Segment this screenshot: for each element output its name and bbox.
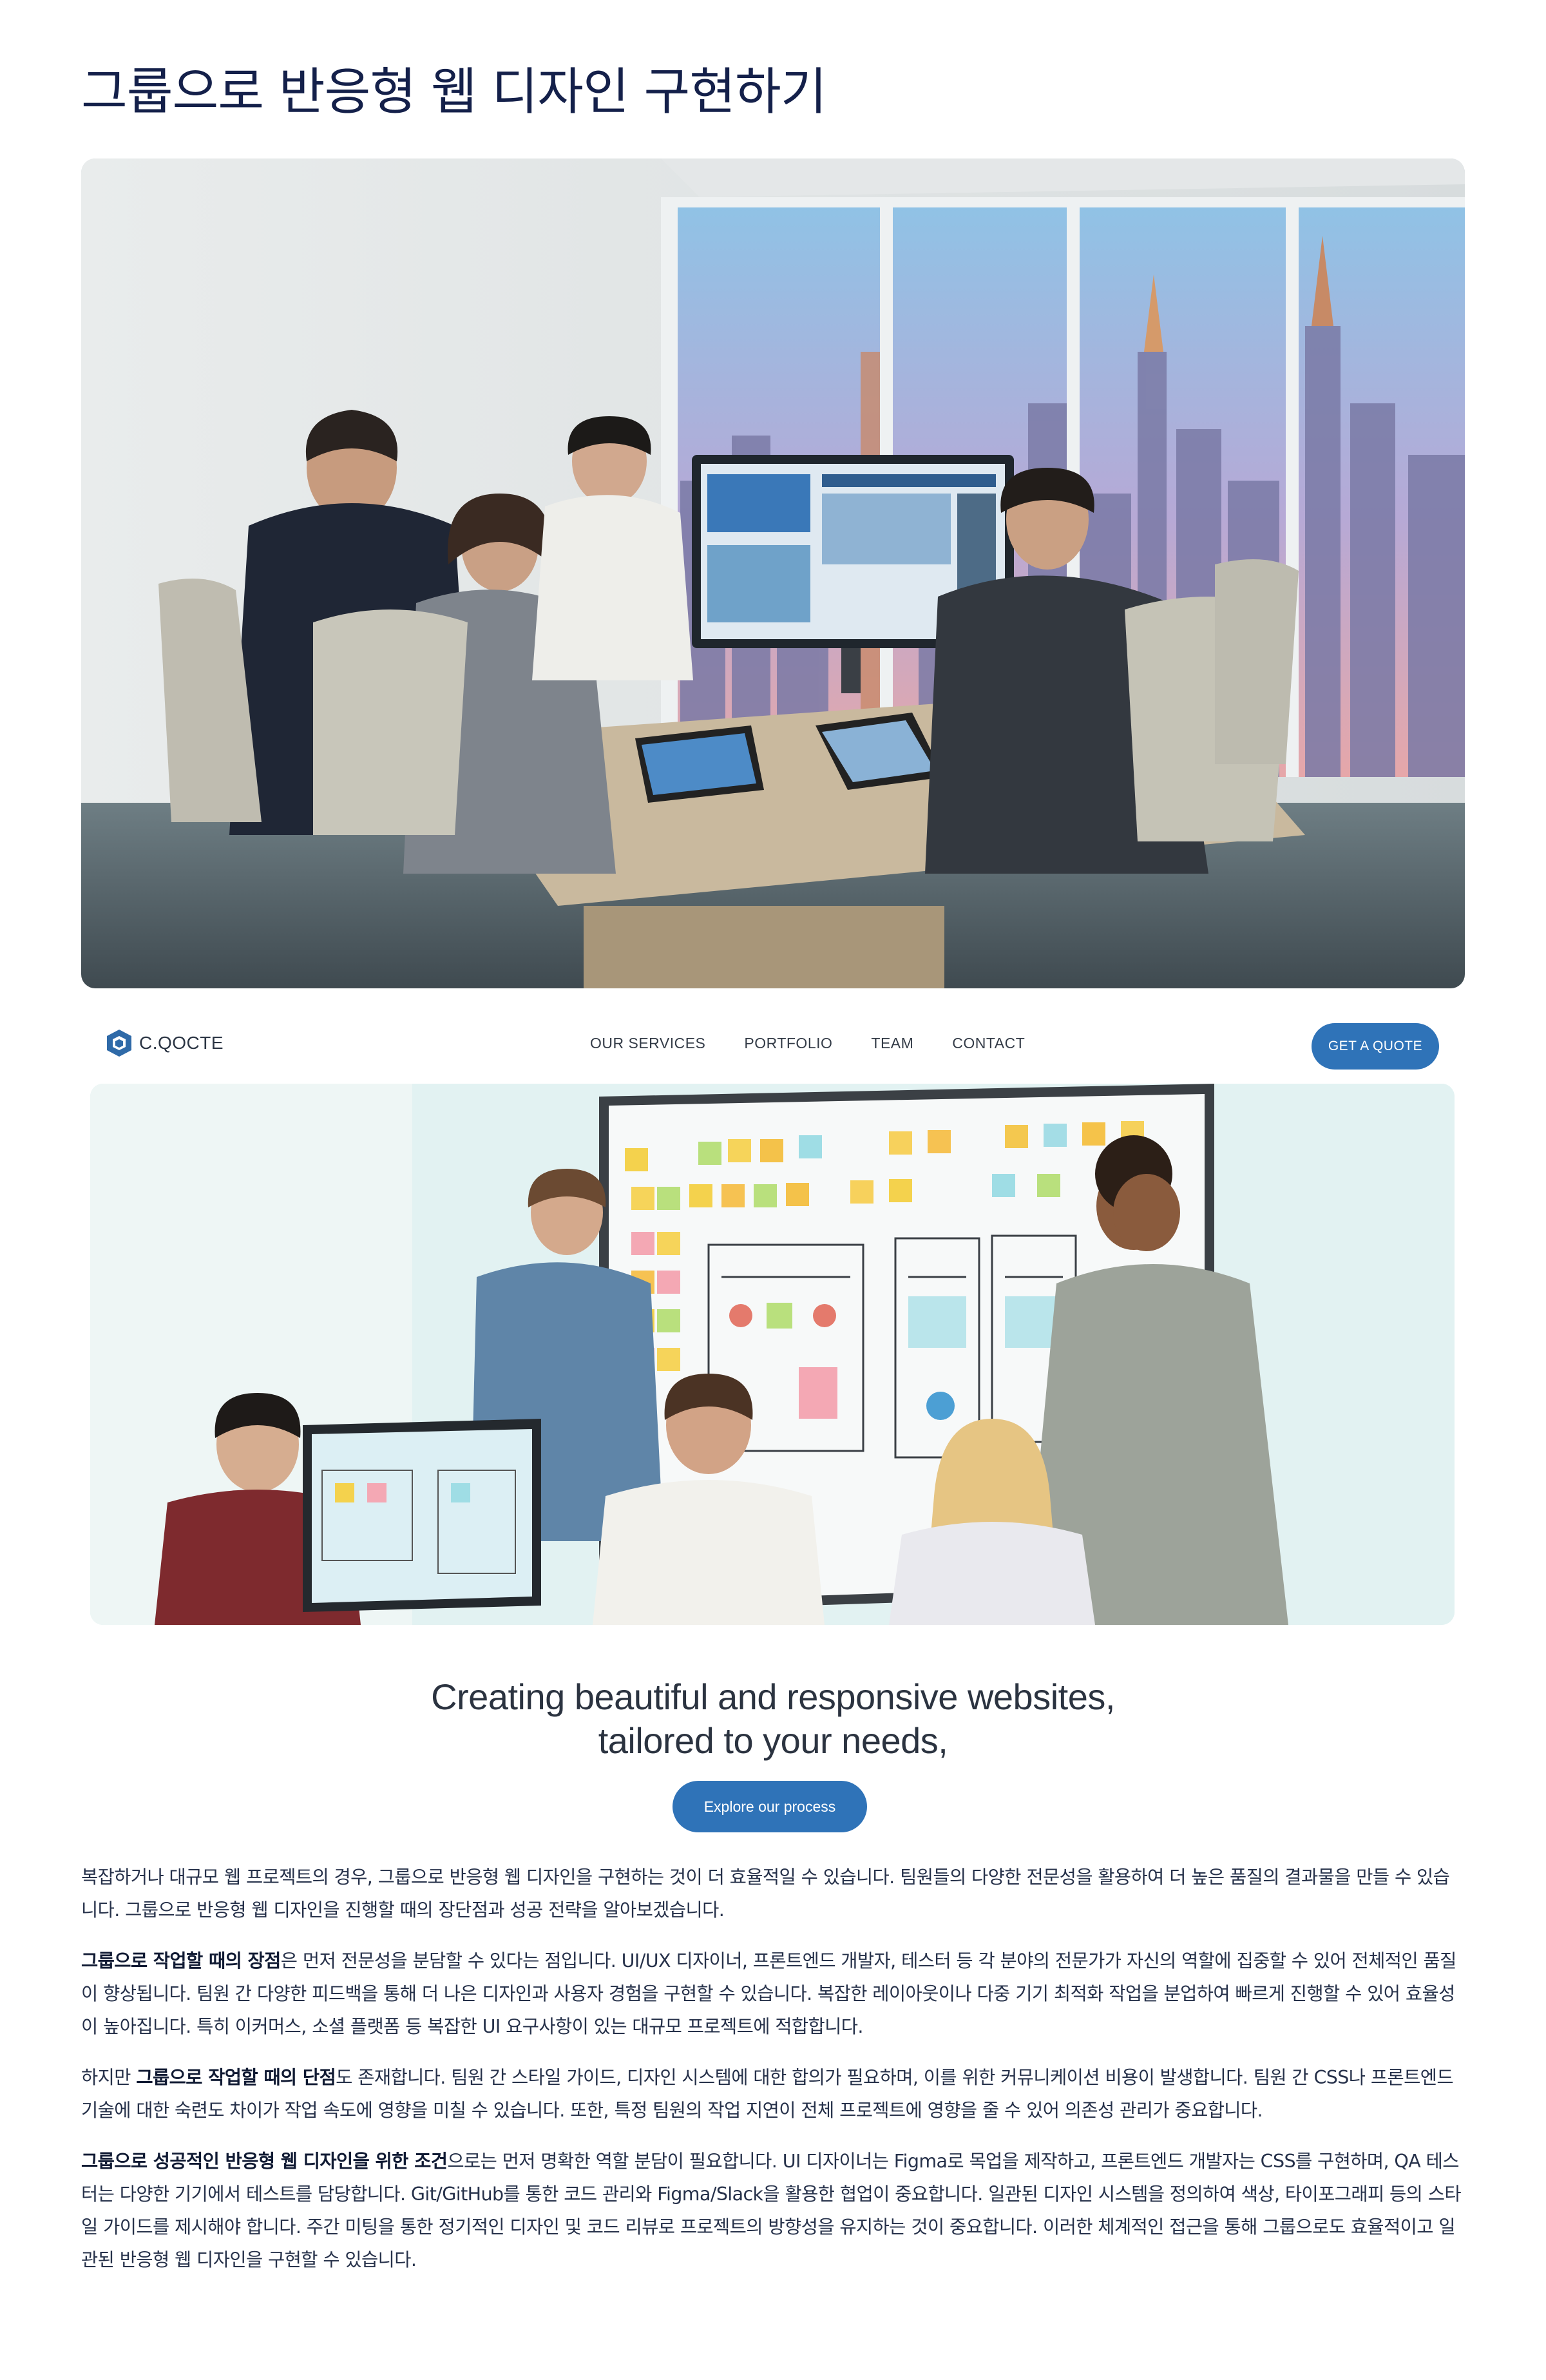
whiteboard-team-photo <box>90 1084 1455 1625</box>
paragraph-conditions: 그룹으로 성공적인 반응형 웹 디자인을 위한 조건으로는 먼저 명확한 역할 … <box>81 2145 1465 2276</box>
paragraph-intro-text: 복잡하거나 대규모 웹 프로젝트의 경우, 그룹으로 반응형 웹 디자인을 구현… <box>81 1867 1450 1921</box>
brand[interactable]: C.QOCTE <box>106 1028 224 1058</box>
paragraph-intro: 복잡하거나 대규모 웹 프로젝트의 경우, 그룹으로 반응형 웹 디자인을 구현… <box>81 1861 1465 1926</box>
get-a-quote-button[interactable]: GET A QUOTE <box>1312 1023 1439 1070</box>
conditions-heading: 그룹으로 성공적인 반응형 웹 디자인을 위한 조건 <box>81 2151 448 2172</box>
advantages-text: 은 먼저 전문성을 분담할 수 있다는 점입니다. UI/UX 디자이너, 프론… <box>81 1950 1456 2037</box>
disadvantages-heading: 그룹으로 작업할 때의 단점 <box>136 2067 336 2088</box>
nav-portfolio[interactable]: PORTFOLIO <box>744 1035 832 1052</box>
advantages-heading: 그룹으로 작업할 때의 장점 <box>81 1950 281 1972</box>
paragraph-disadvantages: 하지만 그룹으로 작업할 때의 단점도 존재합니다. 팀원 간 스타일 가이드,… <box>81 2061 1465 2127</box>
hero-line-2: tailored to your needs, <box>598 1720 948 1761</box>
nav-services[interactable]: OUR SERVICES <box>590 1035 705 1052</box>
nav-contact[interactable]: CONTACT <box>952 1035 1025 1052</box>
brand-logo-icon <box>107 1030 131 1057</box>
paragraph-advantages: 그룹으로 작업할 때의 장점은 먼저 전문성을 분담할 수 있다는 점입니다. … <box>81 1944 1465 2043</box>
hero-heading: Creating beautiful and responsive websit… <box>0 1675 1546 1763</box>
hero-line-1: Creating beautiful and responsive websit… <box>431 1676 1115 1717</box>
site-navbar: C.QOCTE OUR SERVICES PORTFOLIO TEAM CONT… <box>81 1005 1465 1082</box>
page-title: 그룹으로 반응형 웹 디자인 구현하기 <box>81 63 827 121</box>
meeting-room-photo <box>81 158 1465 988</box>
explore-process-button[interactable]: Explore our process <box>673 1781 867 1832</box>
disadvantages-prefix: 하지만 <box>81 2067 137 2088</box>
brand-name: C.QOCTE <box>139 1033 224 1053</box>
nav-team[interactable]: TEAM <box>871 1035 913 1052</box>
nav-menu: OUR SERVICES PORTFOLIO TEAM CONTACT <box>590 1035 1025 1052</box>
article-body: 복잡하거나 대규모 웹 프로젝트의 경우, 그룹으로 반응형 웹 디자인을 구현… <box>81 1861 1465 2294</box>
